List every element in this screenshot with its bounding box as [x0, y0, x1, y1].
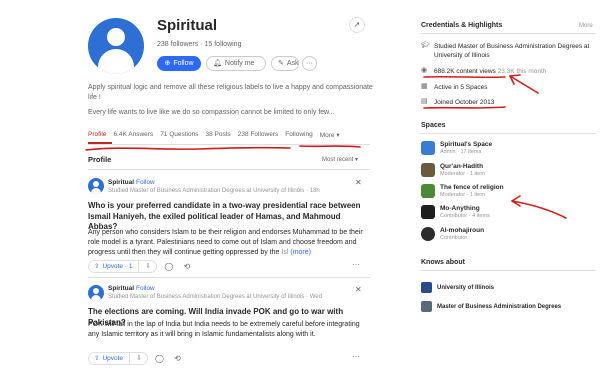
- space-item[interactable]: Al-mohajiroun Contributor: [421, 227, 484, 242]
- tab-followers[interactable]: 238 Followers: [238, 131, 278, 141]
- tabs-squiggle-stroke: [299, 145, 361, 148]
- following-count[interactable]: 15 following: [205, 41, 242, 48]
- tab-following[interactable]: Following: [285, 131, 312, 141]
- tab-more[interactable]: More ▾: [320, 131, 340, 141]
- comment-icon[interactable]: ◯: [154, 354, 166, 363]
- upvote-button[interactable]: ⇧ Upvote ⇩: [88, 351, 148, 365]
- reshare-icon[interactable]: ⟲: [172, 354, 184, 363]
- share-icon[interactable]: ➚: [349, 17, 365, 33]
- post-more-icon[interactable]: ···: [352, 260, 360, 269]
- tabs-underline-stroke: [85, 146, 291, 151]
- credentials-title: Credentials & Highlights: [421, 22, 503, 29]
- profile-tabs: Profile 6.4K Answers 71 Questions 38 Pos…: [88, 131, 347, 141]
- post-author-avatar[interactable]: [88, 285, 104, 301]
- knows-about-item[interactable]: University of Illinois: [421, 282, 494, 293]
- follow-button[interactable]: ⊕ Follow: [157, 56, 201, 71]
- profile-stats: 238 followers · 15 following: [157, 41, 242, 48]
- space-thumbnail: [421, 227, 435, 241]
- post-author-follow-link[interactable]: Follow: [136, 285, 155, 292]
- reshare-icon[interactable]: ⟲: [181, 262, 193, 271]
- post-author-line: Spiritual Follow: [108, 179, 155, 186]
- graduation-cap-icon: 🎓︎: [421, 42, 430, 49]
- follow-icon: ⊕: [164, 60, 171, 67]
- tabs-divider: [88, 144, 370, 145]
- space-item[interactable]: Spiritual's Space Admin · 17 items: [421, 141, 492, 156]
- credential-spaces: ▦ Active in 5 Spaces: [421, 83, 488, 91]
- post-body: POK will fall in the lap of India but In…: [88, 321, 360, 338]
- space-thumbnail: [421, 184, 435, 198]
- post-action-bar: ⇧ Upvote · 1 ⇩ ◯ ⟲: [88, 259, 193, 273]
- post-author-credential: Studied Master of Business Administratio…: [108, 188, 320, 194]
- credential-views: ◉ 688.2K content views 23.3K this month: [421, 67, 547, 75]
- upvote-arrow-icon: ⇧: [94, 263, 100, 270]
- views-underline-stroke: [423, 75, 506, 79]
- tab-profile[interactable]: Profile: [88, 131, 106, 141]
- post-author-name[interactable]: Spiritual: [108, 179, 134, 186]
- space-item[interactable]: The fence of religion Moderator · 1 item: [421, 184, 504, 199]
- fence-arrowhead-stroke: [511, 195, 521, 207]
- space-thumbnail: [421, 141, 435, 155]
- views-arrowhead-stroke: [509, 74, 521, 85]
- close-icon[interactable]: ✕: [355, 285, 362, 294]
- calendar-icon: ▤: [421, 98, 428, 105]
- read-more-link[interactable]: (more): [290, 249, 311, 256]
- knows-about-item[interactable]: Master of Business Administration Degree…: [421, 301, 561, 312]
- post-divider: [88, 277, 370, 278]
- post-author-follow-link[interactable]: Follow: [136, 179, 155, 186]
- knows-about-divider: [421, 270, 596, 271]
- tab-answers[interactable]: 6.4K Answers: [113, 131, 153, 141]
- space-item[interactable]: Mo-Anything Contributor · 4 items: [421, 205, 490, 220]
- downvote-arrow-icon[interactable]: ⇩: [136, 354, 141, 362]
- topic-thumbnail: [421, 282, 432, 293]
- tab-questions[interactable]: 71 Questions: [160, 131, 198, 141]
- sort-dropdown[interactable]: Most recent ▾: [322, 156, 358, 163]
- close-icon[interactable]: ✕: [355, 178, 362, 187]
- ask-button[interactable]: ✎ Ask: [271, 56, 299, 71]
- tab-posts[interactable]: 38 Posts: [206, 131, 231, 141]
- downvote-arrow-icon[interactable]: ⇩: [145, 262, 150, 270]
- upvote-button[interactable]: ⇧ Upvote · 1 ⇩: [88, 259, 157, 273]
- views-arrow-stroke: [509, 75, 539, 94]
- comment-icon[interactable]: ◯: [163, 262, 175, 271]
- notify-me-button[interactable]: 🔔︎ Notify me: [206, 56, 266, 71]
- spaces-title: Spaces: [421, 122, 446, 129]
- post-body: Any person who considers Islam to be the…: [88, 229, 363, 256]
- post-author-avatar[interactable]: [88, 178, 104, 194]
- post-author-name[interactable]: Spiritual: [108, 285, 134, 292]
- bio-line-1: Apply spiritual logic and remove all the…: [88, 84, 373, 101]
- post-author-line: Spiritual Follow: [108, 285, 155, 292]
- fence-arrow-stroke: [511, 200, 567, 219]
- post-action-bar: ⇧ Upvote ⇩ ◯ ⟲: [88, 351, 184, 365]
- pencil-icon: ✎: [278, 60, 284, 67]
- bell-icon: 🔔︎: [213, 60, 222, 67]
- credential-joined: ▤ Joined October 2013: [421, 98, 495, 106]
- credentials-more-button[interactable]: More: [579, 23, 593, 29]
- bio-line-2: Every life wants to live like we do so c…: [88, 109, 335, 116]
- topic-thumbnail: [421, 301, 432, 312]
- post-author-credential: Studied Master of Business Administratio…: [108, 294, 322, 300]
- more-options-button[interactable]: ···: [302, 56, 317, 71]
- credential-education: 🎓︎ Studied Master of Business Administra…: [421, 42, 590, 59]
- post-more-icon[interactable]: ···: [352, 352, 360, 361]
- spaces-divider: [421, 133, 596, 134]
- spaces-icon: ▦: [421, 83, 428, 90]
- profile-avatar[interactable]: [88, 18, 144, 74]
- feed-divider: [88, 169, 370, 170]
- space-thumbnail: [421, 205, 435, 219]
- followers-count[interactable]: 238 followers: [157, 41, 198, 48]
- space-thumbnail: [421, 163, 435, 177]
- upvote-arrow-icon: ⇧: [94, 355, 100, 362]
- profile-name: Spiritual: [157, 17, 218, 34]
- joined-underline-stroke: [423, 106, 506, 109]
- space-item[interactable]: Qur'an-Hadith Moderator · 1 item: [421, 163, 485, 178]
- knows-about-title: Knows about: [421, 259, 465, 266]
- eye-icon: ◉: [421, 67, 428, 74]
- feed-section-label: Profile: [88, 155, 112, 164]
- credentials-divider: [421, 33, 596, 34]
